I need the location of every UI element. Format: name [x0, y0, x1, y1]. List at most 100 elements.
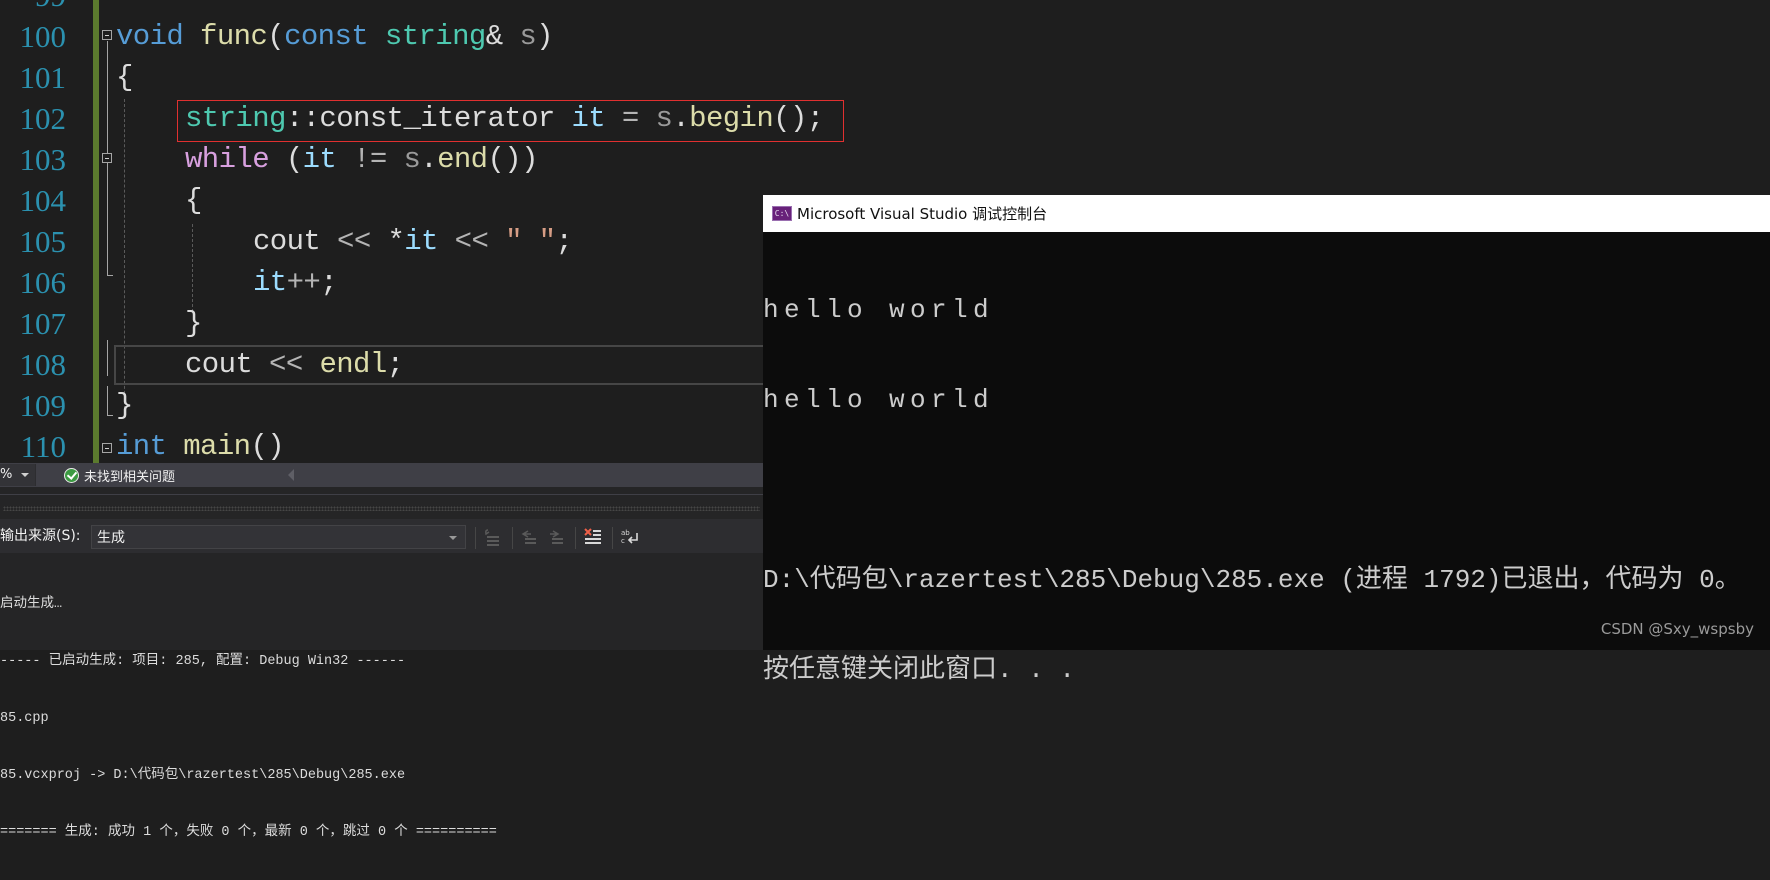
code-token: it: [253, 266, 287, 299]
check-circle-icon: [64, 467, 79, 483]
editor-status-bar: % 未找到相关问题: [0, 463, 763, 487]
collapse-toggle-icon[interactable]: [102, 443, 112, 453]
code-line-106[interactable]: it++;: [253, 262, 338, 303]
code-token: <<: [320, 225, 388, 258]
issues-indicator[interactable]: 未找到相关问题: [64, 465, 175, 485]
debug-console-window[interactable]: C:\ Microsoft Visual Studio 调试控制台 hello …: [763, 195, 1770, 685]
console-line: hello world: [763, 295, 995, 325]
code-token: s: [655, 102, 673, 135]
code-token: s: [403, 143, 421, 176]
outline-bracket: [107, 160, 108, 275]
issues-text: 未找到相关问题: [84, 469, 176, 485]
code-token: cout: [253, 225, 321, 258]
collapse-toggle-icon[interactable]: [102, 30, 112, 40]
console-app-icon: C:\: [772, 206, 792, 221]
change-tracking-bar: [93, 0, 99, 463]
code-token: (: [269, 143, 303, 176]
code-line-108[interactable]: cout << endl;: [185, 344, 404, 385]
line-number: 101: [19, 60, 67, 95]
code-line-107[interactable]: }: [185, 303, 202, 344]
line-number: 106: [19, 265, 67, 300]
code-line-104[interactable]: {: [185, 180, 202, 221]
output-source-label: 输出来源(S):: [0, 528, 81, 544]
chevron-down-icon: [21, 473, 29, 477]
collapse-toggle-icon[interactable]: [102, 153, 112, 163]
indent-guide: [192, 224, 193, 312]
line-number: 104: [19, 183, 67, 218]
console-line: hello world: [763, 385, 995, 415]
outline-corner: [107, 275, 113, 276]
output-panel: 输出来源(S): 生成 ab c 启动生成… ----- 已启动生成: 项目: 2…: [0, 487, 763, 840]
code-token: cout: [185, 348, 253, 381]
toolbar-separator: [512, 527, 513, 549]
clear-all-icon[interactable]: [583, 527, 603, 547]
word-wrap-icon[interactable]: ab c: [620, 527, 640, 547]
zoom-level-value: %: [0, 467, 13, 482]
output-line: ======= 生成: 成功 1 个，失败 0 个，最新 0 个，跳过 0 个 …: [0, 825, 497, 840]
code-token: endl: [319, 348, 387, 381]
scroll-left-icon[interactable]: [288, 469, 294, 481]
code-line-103[interactable]: while (it != s.end()): [185, 139, 539, 180]
code-token: s: [502, 20, 537, 53]
code-token: string: [384, 20, 486, 53]
previous-message-icon[interactable]: [519, 527, 539, 547]
code-token: int: [116, 430, 167, 463]
zoom-level-dropdown[interactable]: %: [0, 464, 36, 486]
code-token: func: [200, 20, 268, 53]
code-token: ;: [320, 266, 338, 299]
output-line: 启动生成…: [0, 597, 63, 612]
toolbar-separator: [612, 527, 613, 549]
output-source-dropdown[interactable]: 生成: [91, 525, 466, 549]
svg-text:c: c: [621, 537, 625, 545]
code-token: begin: [689, 102, 774, 135]
console-line: 按任意键关闭此窗口. . .: [763, 655, 1076, 685]
code-token: ): [536, 20, 553, 53]
toolbar-separator: [575, 527, 576, 549]
code-line-105[interactable]: cout << *it << " ";: [253, 221, 573, 262]
code-token: {: [185, 184, 202, 217]
output-line: 85.vcxproj -> D:\代码包\razertest\285\Debug…: [0, 768, 406, 783]
code-token: (): [250, 430, 285, 463]
panel-drag-grip[interactable]: [3, 506, 760, 511]
code-token: .: [420, 143, 438, 176]
toolbar-separator: [475, 527, 476, 549]
code-line-102[interactable]: string::const_iterator it = s.begin();: [185, 98, 824, 139]
code-line-110[interactable]: int main(): [116, 426, 285, 463]
output-toolbar: 输出来源(S): 生成 ab c: [0, 519, 763, 553]
line-number: 110: [20, 429, 66, 463]
chevron-down-icon: [449, 536, 457, 540]
code-token: {: [116, 61, 133, 94]
watermark: CSDN @Sxy_wspsby: [1600, 620, 1754, 638]
go-to-location-icon[interactable]: [482, 527, 502, 547]
code-token: main: [183, 430, 251, 463]
line-number: 102: [19, 101, 67, 136]
code-line-109[interactable]: }: [116, 385, 133, 426]
code-token: <<: [437, 225, 506, 258]
line-number: 107: [19, 306, 67, 341]
console-title-bar[interactable]: C:\ Microsoft Visual Studio 调试控制台: [763, 195, 1770, 232]
code-token: (: [267, 20, 285, 53]
code-token: " ": [505, 225, 556, 258]
line-number: 99: [0, 0, 66, 16]
code-token: .: [672, 102, 690, 135]
line-number: 105: [19, 224, 67, 259]
output-line: ----- 已启动生成: 项目: 285, 配置: Debug Win32 --…: [0, 654, 406, 669]
code-token: it: [571, 102, 606, 135]
code-token: }: [116, 389, 133, 422]
code-token: while: [185, 143, 270, 176]
code-line-101[interactable]: {: [116, 57, 133, 98]
code-line-100[interactable]: void func(const string& s): [116, 16, 554, 57]
line-number: 103: [19, 142, 67, 177]
output-log[interactable]: 启动生成… ----- 已启动生成: 项目: 285, 配置: Debug Wi…: [0, 557, 763, 880]
code-token: ;: [555, 225, 573, 258]
code-token: end: [437, 143, 488, 176]
output-source-value: 生成: [97, 530, 125, 546]
next-message-icon[interactable]: [546, 527, 566, 547]
code-token: *: [387, 225, 405, 258]
code-token: !=: [336, 143, 404, 176]
console-line: D:\代码包\razertest\285\Debug\285.exe (进程 1…: [763, 565, 1741, 595]
